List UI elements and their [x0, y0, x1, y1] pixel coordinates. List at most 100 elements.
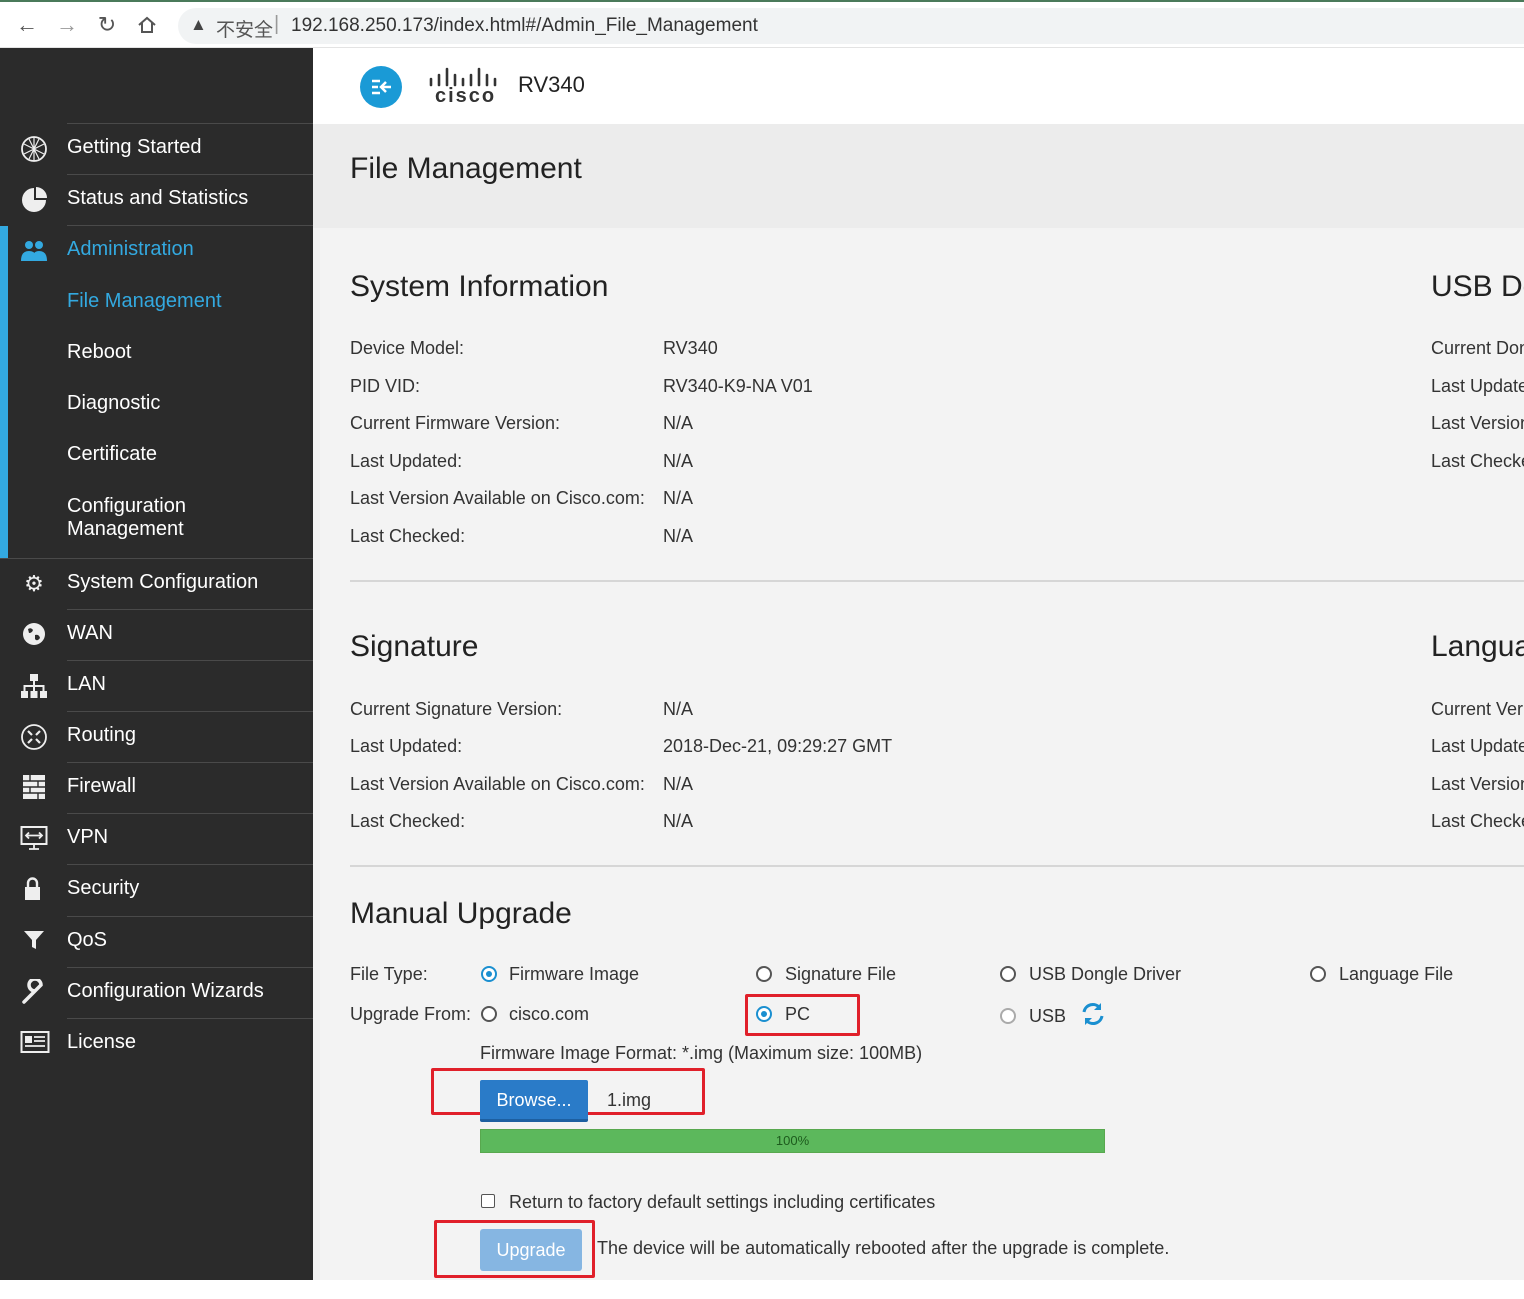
- globe-icon: [20, 621, 48, 649]
- signature-value: 2018-Dec-21, 09:29:27 GMT: [663, 736, 893, 756]
- sidebar-item-label: Security: [67, 877, 140, 899]
- info-label: Current Firmware Version:: [350, 413, 561, 433]
- info-label: Last Updated:: [350, 451, 463, 471]
- insecure-label: 不安全: [216, 20, 274, 41]
- file-type-usb-dongle-radio[interactable]: [1000, 966, 1016, 982]
- sidebar-divider: [67, 660, 313, 661]
- file-type-signature-radio[interactable]: [756, 966, 772, 982]
- info-label: Last Version Available on Cisco.com:: [350, 488, 645, 508]
- sidebar-divider: [67, 916, 313, 917]
- info-value: N/A: [663, 488, 694, 508]
- globe-icon: [20, 135, 48, 163]
- sidebar-divider: [67, 174, 313, 175]
- sidebar-item-status-statistics[interactable]: Status and Statistics: [0, 174, 313, 225]
- sidebar-item-administration[interactable]: Administration: [0, 225, 313, 276]
- file-type-language-radio[interactable]: [1310, 966, 1326, 982]
- wrench-icon: [20, 977, 48, 1007]
- sidebar-item-configuration-wizards[interactable]: Configuration Wizards: [0, 967, 313, 1018]
- sidebar-item-label: Administration: [67, 238, 194, 260]
- routing-icon: [20, 723, 48, 751]
- device-model-title: RV340: [518, 72, 585, 97]
- sidebar-item-getting-started[interactable]: Getting Started: [0, 123, 313, 174]
- sidebar-item-system-configuration[interactable]: ⚙ System Configuration: [0, 558, 313, 609]
- file-type-option-label: USB Dongle Driver: [1029, 964, 1182, 984]
- sidebar-item-lan[interactable]: LAN: [0, 660, 313, 711]
- page-title-band: File Management: [313, 124, 1524, 228]
- back-arrow-icon[interactable]: ←: [12, 10, 42, 40]
- sidebar-item-routing[interactable]: Routing: [0, 711, 313, 762]
- sidebar-item-vpn[interactable]: VPN: [0, 813, 313, 864]
- sidebar-subitem-configuration-management[interactable]: Configuration Management: [67, 495, 186, 541]
- upload-progress-bar: 100%: [480, 1129, 1105, 1153]
- upgrade-from-label: Upgrade From:: [350, 1004, 472, 1024]
- browse-button[interactable]: Browse...: [480, 1080, 588, 1122]
- file-type-option-label: Language File: [1339, 964, 1454, 984]
- sidebar-item-label: Status and Statistics: [67, 187, 249, 209]
- license-icon: [20, 1030, 50, 1058]
- pie-chart-icon: [20, 186, 48, 214]
- refresh-icon[interactable]: [1080, 1001, 1106, 1027]
- sidebar-item-qos[interactable]: QoS: [0, 916, 313, 967]
- upgrade-button[interactable]: Upgrade: [480, 1229, 582, 1271]
- sidebar-item-label: LAN: [67, 673, 106, 695]
- info-value: N/A: [663, 451, 694, 471]
- cisco-wordmark: cisco: [435, 85, 497, 107]
- upgrade-from-cisco-radio[interactable]: [481, 1006, 497, 1022]
- collapse-menu-button[interactable]: [360, 66, 402, 108]
- upgrade-from-usb-radio[interactable]: [1000, 1008, 1016, 1024]
- reboot-note: The device will be automatically reboote…: [597, 1238, 1170, 1258]
- signature-value: N/A: [663, 811, 694, 831]
- sidebar-item-wan[interactable]: WAN: [0, 609, 313, 660]
- sidebar-subitem-certificate[interactable]: Certificate: [67, 443, 157, 466]
- signature-label: Current Signature Version:: [350, 699, 563, 719]
- sidebar-divider: [67, 225, 313, 226]
- address-separator: |: [274, 13, 280, 35]
- progress-percent: 100%: [775, 1133, 810, 1148]
- factory-default-checkbox[interactable]: [481, 1194, 495, 1208]
- sidebar-divider: [67, 762, 313, 763]
- info-value: N/A: [663, 413, 694, 433]
- forward-arrow-icon[interactable]: →: [52, 10, 82, 40]
- sidebar-item-license[interactable]: License: [0, 1018, 313, 1069]
- sidebar-divider: [67, 1018, 313, 1019]
- usb-dongle-title: USB Do: [1431, 270, 1524, 303]
- reload-icon[interactable]: ↻: [92, 10, 122, 40]
- firewall-icon: [20, 774, 48, 802]
- url-text[interactable]: 192.168.250.173/index.html#/Admin_File_M…: [291, 15, 758, 37]
- usb-info-label: Current Don: [1431, 338, 1524, 358]
- main-content: File Management System Information Devic…: [313, 124, 1524, 1280]
- info-label: Device Model:: [350, 338, 465, 358]
- sidebar: Getting Started Status and Statistics Ad…: [0, 48, 313, 1280]
- info-label: Last Checked:: [350, 526, 466, 546]
- language-info-label: Current Ver: [1431, 699, 1524, 719]
- firmware-format-note: Firmware Image Format: *.img (Maximum si…: [480, 1043, 923, 1063]
- file-type-firmware-radio[interactable]: [481, 966, 497, 982]
- signature-label: Last Updated:: [350, 736, 463, 756]
- sidebar-divider: [67, 711, 313, 712]
- signature-value: N/A: [663, 774, 694, 794]
- network-icon: [20, 672, 48, 700]
- section-divider: [350, 580, 1524, 582]
- browser-toolbar: ← → ↻ ▲ 不安全 | 192.168.250.173/index.html…: [0, 0, 1524, 48]
- lock-icon: [20, 876, 48, 904]
- address-bar[interactable]: ▲ 不安全 | 192.168.250.173/index.html#/Admi…: [178, 8, 1524, 44]
- sidebar-item-firewall[interactable]: Firewall: [0, 762, 313, 813]
- home-icon[interactable]: [132, 10, 162, 40]
- sidebar-divider: [67, 864, 313, 865]
- sidebar-item-security[interactable]: Security: [0, 864, 313, 915]
- file-type-option-label: Firmware Image: [509, 964, 640, 984]
- sidebar-subitem-reboot[interactable]: Reboot: [67, 341, 132, 364]
- manual-upgrade-title: Manual Upgrade: [350, 897, 572, 930]
- filter-icon: [20, 928, 48, 956]
- info-value: N/A: [663, 526, 694, 546]
- sidebar-subitem-diagnostic[interactable]: Diagnostic: [67, 392, 160, 415]
- sidebar-subitem-label-line2: Management: [67, 518, 184, 540]
- gear-icon: ⚙: [24, 571, 44, 596]
- sidebar-item-label: QoS: [67, 929, 108, 951]
- upgrade-from-pc-radio[interactable]: [756, 1006, 772, 1022]
- sidebar-divider: [67, 609, 313, 610]
- page-bottom-strip: [0, 1280, 1524, 1299]
- sidebar-divider: [0, 558, 313, 559]
- sidebar-subitem-file-management[interactable]: File Management: [67, 290, 222, 313]
- file-type-label: File Type:: [350, 964, 428, 984]
